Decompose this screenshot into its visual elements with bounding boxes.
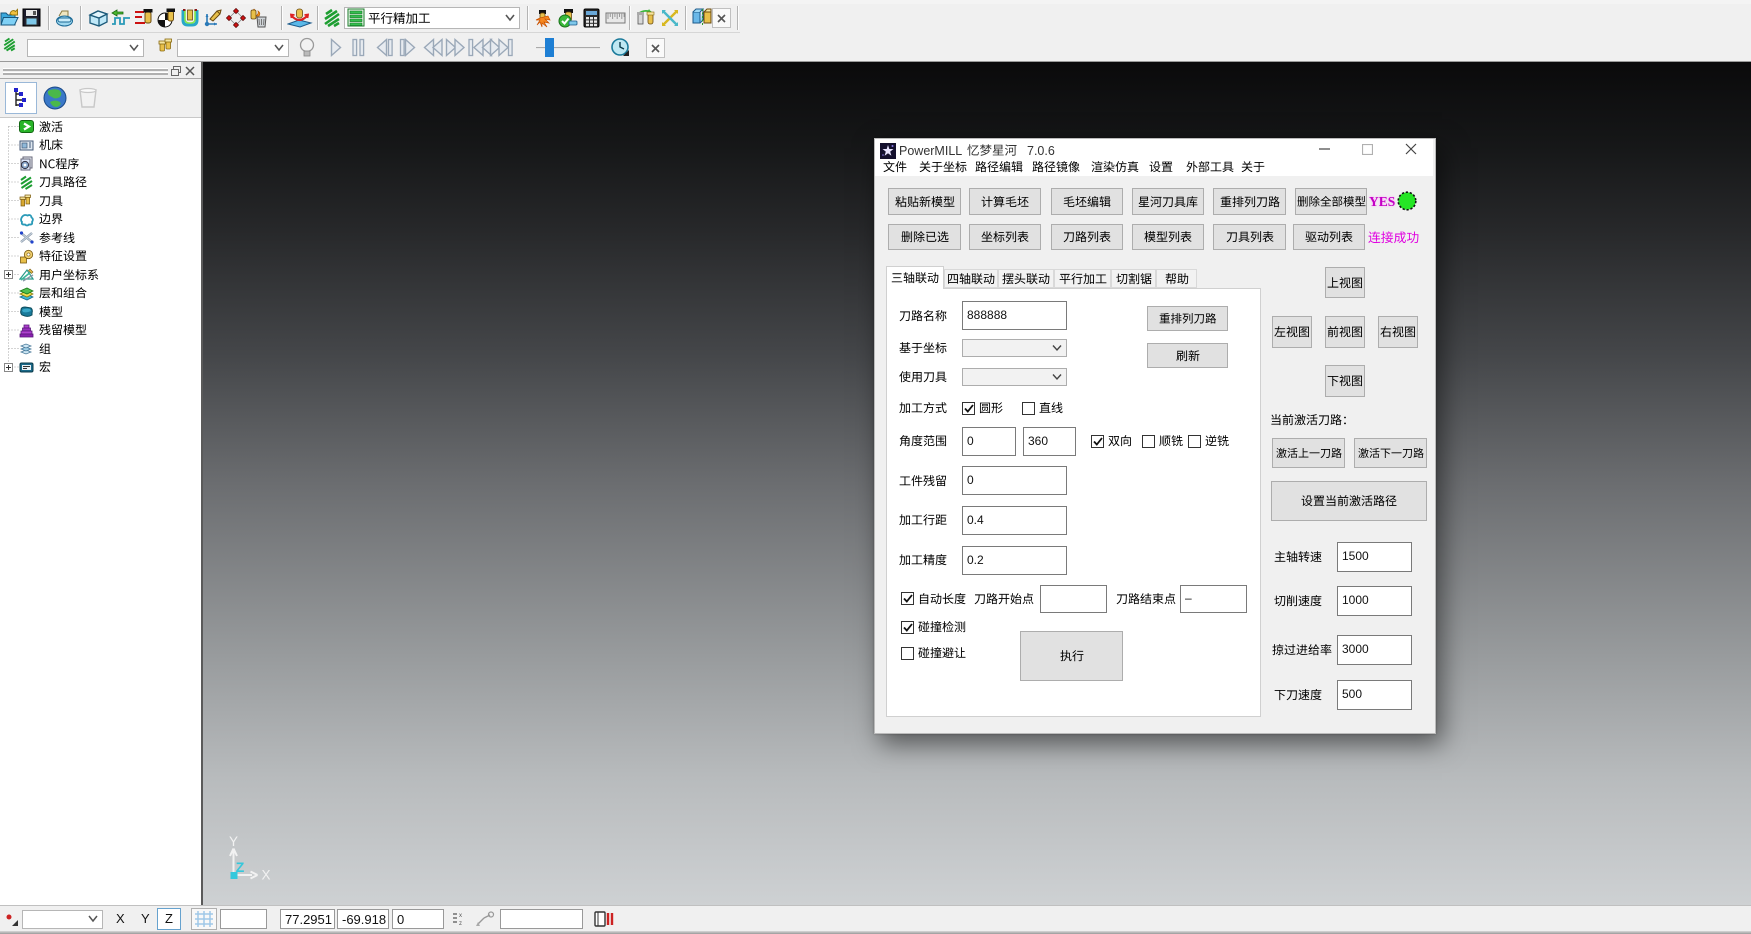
svg-text:Z: Z (236, 859, 245, 875)
svg-text:z: z (459, 921, 462, 927)
svg-text:x: x (459, 913, 462, 919)
svg-text:Y: Y (229, 834, 238, 849)
svg-text:X: X (261, 868, 270, 883)
